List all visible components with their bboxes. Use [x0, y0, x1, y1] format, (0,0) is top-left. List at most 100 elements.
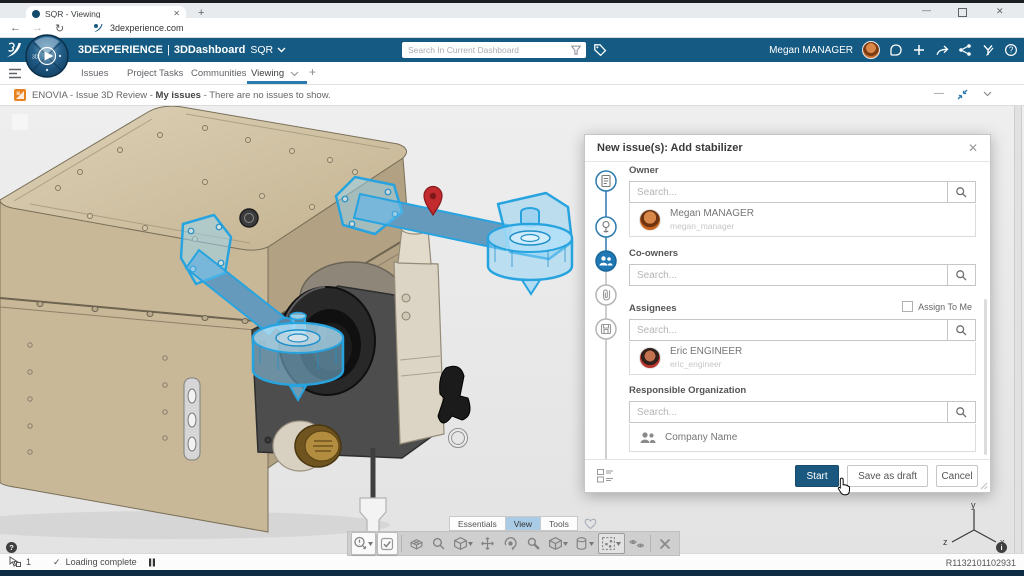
back-icon[interactable]: ←	[10, 22, 21, 34]
loading-check-icon: ✓	[53, 557, 61, 568]
window-close-icon[interactable]: ✕	[996, 6, 1004, 17]
pan-tool[interactable]	[477, 533, 499, 554]
co-owners-search-input[interactable]	[630, 265, 947, 285]
tag-icon[interactable]	[593, 43, 607, 57]
toolbar-separator	[650, 535, 651, 552]
notification-icon[interactable]	[889, 43, 903, 57]
owner-user-username: megan_manager	[670, 221, 754, 232]
browser-tab-strip: SQR - Viewing ✕ + — ✕	[0, 3, 1024, 18]
close-toolbar-tool[interactable]	[654, 533, 676, 554]
active-tab-underline	[247, 81, 307, 84]
svg-text:3D: 3D	[32, 55, 39, 61]
tab-close-icon[interactable]: ✕	[173, 9, 180, 18]
add-icon[interactable]	[912, 43, 926, 57]
dialog-header: New issue(s): Add stabilizer ✕	[585, 135, 990, 162]
pause-icon[interactable]	[148, 558, 156, 567]
toolbar-tab-essentials[interactable]: Essentials	[449, 516, 506, 531]
start-button[interactable]: Start	[795, 465, 839, 487]
dashboard-name[interactable]: SQR	[250, 44, 273, 56]
org-company-chip[interactable]: Company Name	[629, 424, 976, 452]
screen: SQR - Viewing ✕ + — ✕ ← → ↻ 3dexperience…	[0, 0, 1024, 576]
filter-icon[interactable]	[570, 44, 582, 56]
view-modes-tool[interactable]	[451, 533, 476, 554]
section-tool[interactable]	[571, 533, 596, 554]
widget-menu-chevron-icon[interactable]	[983, 91, 992, 97]
help-icon[interactable]: ?	[1004, 43, 1018, 57]
rotate-tool[interactable]	[500, 533, 522, 554]
3dexperience-compass-icon[interactable]: 3D	[24, 33, 70, 79]
user-avatar[interactable]	[862, 41, 880, 59]
mount-pillar	[394, 262, 444, 444]
tab-communities[interactable]: Communities	[191, 68, 246, 79]
tab-project-tasks[interactable]: Project Tasks	[127, 68, 183, 79]
toolbar-separator	[401, 535, 402, 552]
tab-viewing[interactable]: Viewing	[251, 68, 284, 79]
close-x-icon	[658, 537, 672, 551]
search-model-tool[interactable]	[428, 533, 450, 554]
share-icon[interactable]	[935, 43, 949, 57]
3ds-logo	[4, 40, 26, 60]
widget-header-text: ENOVIA - Issue 3D Review - My issues - T…	[32, 90, 331, 101]
owner-user-chip[interactable]: Megan MANAGER megan_manager	[629, 204, 976, 237]
explode-tool[interactable]	[598, 533, 625, 554]
assign-to-me[interactable]: Assign To Me	[902, 301, 972, 312]
toolbar-tab-view[interactable]: View	[505, 516, 541, 531]
info-icon[interactable]: i	[996, 542, 1007, 553]
assignees-search-button[interactable]	[947, 320, 975, 340]
toolbar-tab-tools[interactable]: Tools	[540, 516, 578, 531]
dashboard-chevron-icon[interactable]	[277, 47, 286, 53]
form-view-toggle-icon[interactable]	[597, 469, 614, 483]
owner-user-name: Megan MANAGER	[670, 208, 754, 221]
tab-viewing-chevron-icon[interactable]	[290, 71, 299, 77]
topbar-user-area: Megan MANAGER ?	[769, 38, 1018, 62]
model-structure-tool[interactable]	[405, 533, 427, 554]
save-as-draft-button[interactable]: Save as draft	[847, 465, 928, 487]
owner-search-input[interactable]	[630, 182, 947, 202]
assign-to-me-checkbox[interactable]	[902, 301, 913, 312]
tab-issues[interactable]: Issues	[81, 68, 108, 79]
user-name[interactable]: Megan MANAGER	[769, 45, 853, 56]
window-restore-icon[interactable]	[958, 8, 967, 17]
magnifier-icon	[431, 536, 446, 551]
org-search-input[interactable]	[630, 402, 947, 422]
window-minimize-icon[interactable]: —	[922, 5, 931, 15]
assignee-user-chip[interactable]: Eric ENGINEER eric_engineer	[629, 342, 976, 375]
assignees-search-input[interactable]	[630, 320, 947, 340]
step-people-icon[interactable]	[596, 251, 616, 271]
dropdown-caret-icon	[589, 542, 594, 546]
grid-cube-icon	[409, 536, 424, 551]
url-text[interactable]: 3dexperience.com	[110, 23, 184, 33]
viewer-help-icon[interactable]: ?	[6, 542, 17, 553]
hamburger-icon[interactable]	[8, 68, 22, 79]
share-network-icon[interactable]	[958, 43, 972, 57]
new-issue-tool[interactable]	[351, 532, 376, 555]
tab-favicon	[32, 10, 40, 18]
dialog-resize-handle[interactable]	[980, 482, 988, 490]
dialog-scrollbar[interactable]	[984, 299, 987, 455]
widget-resize-icon[interactable]	[956, 88, 969, 101]
add-tab-icon[interactable]: +	[309, 65, 316, 79]
visibility-tool[interactable]	[626, 533, 648, 554]
tab-title: SQR - Viewing	[45, 9, 173, 19]
dropdown-caret-icon	[563, 542, 568, 546]
widget-minimize-icon[interactable]: —	[934, 88, 944, 99]
render-style-tool[interactable]	[545, 533, 570, 554]
owner-search-button[interactable]	[947, 182, 975, 202]
cancel-button[interactable]: Cancel	[936, 465, 978, 487]
viewer-right-scrollbar[interactable]	[1014, 106, 1022, 553]
step-details-icon[interactable]	[596, 171, 616, 191]
co-owners-search-button[interactable]	[947, 265, 975, 285]
apps-icon[interactable]	[981, 43, 995, 57]
validate-tool[interactable]	[377, 532, 399, 555]
dashboard-search-input[interactable]	[402, 45, 570, 55]
zoom-area-tool[interactable]	[522, 533, 544, 554]
widget-header-emphasis: My issues	[156, 90, 201, 101]
step-attachments-icon[interactable]	[596, 285, 616, 305]
org-search-button[interactable]	[947, 402, 975, 422]
dialog-close-icon[interactable]: ✕	[968, 141, 978, 155]
favorites-heart-icon[interactable]	[583, 517, 598, 530]
step-save-icon[interactable]	[596, 319, 616, 339]
brand-divider: |	[167, 44, 170, 56]
orbit-icon	[503, 536, 518, 551]
step-location-icon[interactable]	[596, 217, 616, 237]
